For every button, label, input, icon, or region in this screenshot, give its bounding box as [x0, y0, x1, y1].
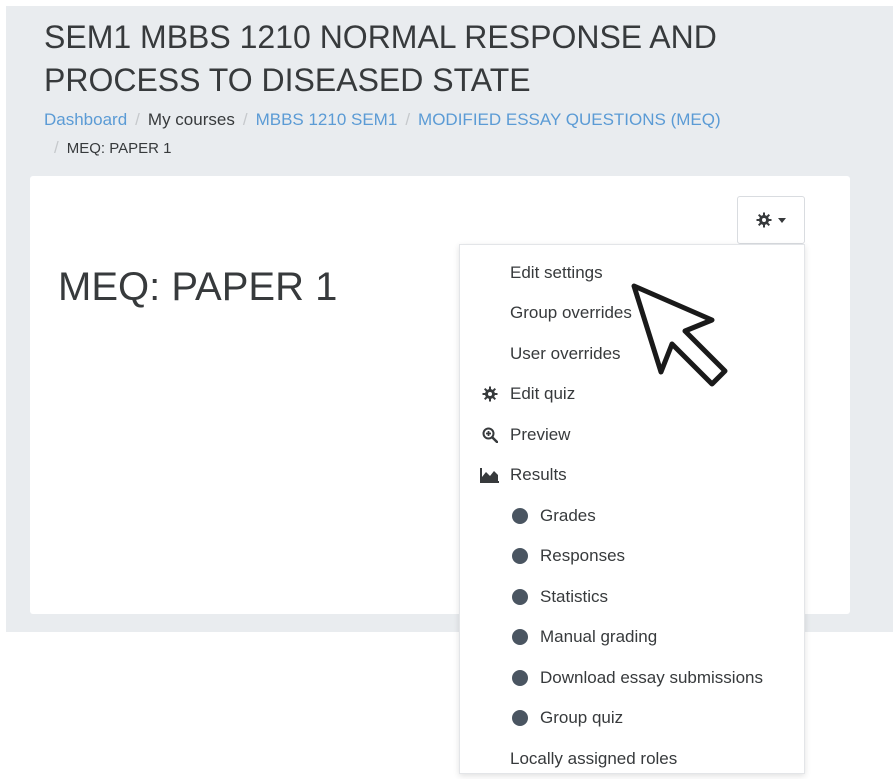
bullet-dot-icon	[512, 589, 528, 605]
bullet-dot-icon	[512, 710, 528, 726]
menu-item-grades[interactable]: Grades	[460, 496, 804, 536]
zoom-in-icon	[480, 425, 500, 445]
breadcrumb-separator: /	[405, 110, 411, 129]
menu-item-statistics[interactable]: Statistics	[460, 577, 804, 617]
menu-item-label: Responses	[540, 546, 626, 565]
menu-item-results[interactable]: Results	[460, 455, 804, 495]
menu-item-label: Manual grading	[540, 627, 658, 646]
menu-item-label: Edit settings	[510, 263, 603, 282]
gear-icon	[480, 384, 500, 404]
breadcrumb: Dashboard / My courses / MBBS 1210 SEM1 / MODI…	[44, 106, 824, 163]
breadcrumb-my-courses: My courses	[147, 110, 235, 129]
breadcrumb-separator: /	[135, 110, 140, 129]
menu-item-manual-grading[interactable]: Manual grading	[460, 617, 804, 657]
bullet-dot-icon	[512, 670, 528, 686]
menu-item-label: Locally assigned roles	[510, 749, 678, 768]
breadcrumb-separator: /	[54, 138, 59, 157]
menu-item-preview[interactable]: Preview	[460, 415, 804, 455]
area-chart-icon	[480, 465, 500, 485]
breadcrumb-section[interactable]: MODIFIED ESSAY QUESTIONS (MEQ)	[418, 110, 721, 129]
menu-item-label: Grades	[540, 506, 596, 525]
bullet-dot-icon	[512, 548, 528, 564]
menu-item-responses[interactable]: Responses	[460, 536, 804, 576]
breadcrumb-separator: /	[242, 110, 248, 129]
course-title: SEM1 MBBS 1210 NORMAL RESPONSE AND PROCE…	[44, 19, 717, 98]
menu-item-label: Group overrides	[510, 303, 632, 322]
menu-item-locally-assigned-roles[interactable]: Locally assigned roles	[460, 739, 804, 779]
menu-item-label: Statistics	[540, 587, 609, 606]
bullet-dot-icon	[512, 629, 528, 645]
breadcrumb-current: MEQ: PAPER 1	[66, 140, 172, 157]
menu-item-label: Edit quiz	[510, 384, 576, 403]
breadcrumb-course[interactable]: MBBS 1210 SEM1	[256, 110, 398, 129]
menu-item-group-quiz[interactable]: Group quiz	[460, 698, 804, 738]
bullet-dot-icon	[512, 508, 528, 524]
menu-item-label: Preview	[510, 425, 571, 444]
menu-item-label: User overrides	[510, 344, 621, 363]
menu-item-label: Group quiz	[540, 708, 624, 727]
gear-icon	[756, 212, 772, 228]
mouse-pointer-icon	[631, 283, 728, 387]
quiz-title: MEQ: PAPER 1	[58, 265, 338, 309]
menu-item-label: Results	[510, 465, 567, 484]
chevron-down-icon	[778, 217, 786, 223]
menu-item-download-essay-submissions[interactable]: Download essay submissions	[460, 658, 804, 698]
actions-menu-button[interactable]	[737, 196, 805, 244]
breadcrumb-dashboard[interactable]: Dashboard	[44, 110, 127, 129]
menu-item-label: Download essay submissions	[540, 668, 763, 687]
